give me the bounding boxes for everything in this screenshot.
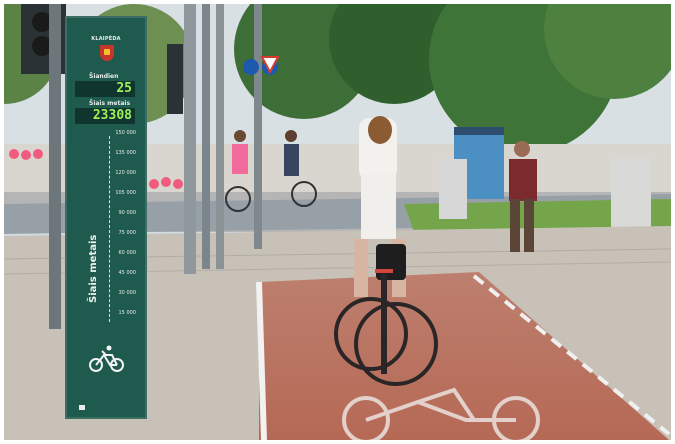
scale-label: 135 000 [115, 150, 136, 156]
scale-label: 150 000 [115, 130, 136, 136]
today-counter: 25 [75, 81, 135, 97]
display-marker [79, 405, 85, 410]
year-counter: 23308 [75, 108, 135, 124]
vertical-year-label: Šiais metais [88, 234, 99, 303]
scale-label: 15 000 [118, 310, 137, 316]
scale-label: 30 000 [118, 290, 137, 296]
scale-label: 45 000 [118, 270, 137, 276]
bike-counter-display: KLAIPĖDA Šiandien 25 Šiais metais 23308 … [65, 16, 147, 419]
today-label: Šiandien [89, 73, 119, 80]
scale-label: 120 000 [115, 170, 136, 176]
street-photo: KLAIPĖDA Šiandien 25 Šiais metais 23308 … [4, 4, 671, 440]
scale-label: 60 000 [118, 250, 137, 256]
city-crest-icon [100, 45, 114, 61]
scale-labels: 150 000 135 000 120 000 105 000 90 000 7… [114, 130, 137, 323]
progress-scale-bar [109, 136, 113, 322]
year-label: Šiais metais [89, 100, 131, 107]
city-label: KLAIPĖDA [91, 36, 121, 42]
scale-label: 90 000 [118, 210, 137, 216]
scale-label: 105 000 [115, 190, 136, 196]
scale-label: 75 000 [118, 230, 137, 236]
bicycle-icon [89, 345, 124, 372]
